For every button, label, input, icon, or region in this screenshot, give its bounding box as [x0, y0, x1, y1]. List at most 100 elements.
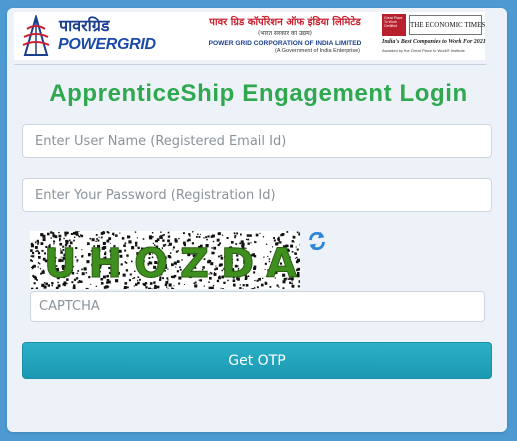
- captcha-noise-dot: [203, 237, 205, 239]
- captcha-noise-dot: [31, 265, 35, 268]
- captcha-noise-dot: [240, 233, 242, 236]
- captcha-noise-dot: [259, 232, 261, 234]
- award-subtitle: Awarded by the Great Place to Work® Inst…: [382, 48, 465, 53]
- captcha-noise-dot: [217, 232, 220, 235]
- header-banner: पावरग्रिड POWERGRID पावर ग्रिड कॉर्पोरेश…: [14, 12, 486, 60]
- captcha-noise-dot: [121, 237, 125, 240]
- captcha-noise-dot: [108, 237, 112, 241]
- captcha-noise-dot: [172, 288, 175, 289]
- captcha-noise-dot: [64, 234, 67, 237]
- captcha-noise-dot: [58, 231, 60, 234]
- captcha-input[interactable]: [30, 291, 485, 322]
- captcha-noise-dot: [30, 244, 34, 248]
- captcha-noise-dot: [38, 256, 41, 259]
- captcha-noise-dot: [188, 233, 191, 236]
- captcha-noise-dot: [153, 287, 157, 289]
- captcha-noise-dot: [160, 231, 162, 233]
- captcha-noise-dot: [192, 231, 194, 233]
- captcha-noise-dot: [100, 236, 103, 239]
- captcha-noise-dot: [78, 235, 81, 238]
- captcha-noise-dot: [107, 232, 110, 234]
- captcha-noise-dot: [199, 233, 201, 235]
- captcha-noise-dot: [292, 235, 296, 239]
- powergrid-emblem-icon: [22, 15, 50, 56]
- captcha-noise-dot: [163, 234, 165, 236]
- captcha-noise-dot: [36, 279, 38, 281]
- captcha-noise-graphic: UHOZDA: [30, 231, 300, 289]
- captcha-noise-dot: [282, 287, 285, 289]
- username-input[interactable]: [22, 124, 492, 158]
- captcha-noise-dot: [40, 242, 44, 245]
- captcha-noise-dot: [37, 250, 40, 253]
- captcha-noise-dot: [80, 234, 84, 238]
- captcha-noise-dot: [183, 232, 185, 235]
- banner-divider: [14, 64, 486, 65]
- captcha-noise-dot: [33, 276, 35, 279]
- captcha-image: UHOZDA: [30, 231, 300, 289]
- captcha-noise-dot: [113, 234, 115, 236]
- captcha-noise-dot: [31, 287, 34, 289]
- great-place-to-work-badge: Great Place To Work Certified: [382, 14, 406, 36]
- corporation-name-english: POWER GRID CORPORATION OF INDIA LIMITED: [208, 40, 362, 47]
- captcha-noise-dot: [75, 232, 79, 236]
- captcha-noise-dot: [134, 231, 137, 233]
- captcha-noise-dot: [89, 237, 92, 240]
- captcha-noise-dot: [41, 285, 44, 287]
- corporation-subtitle-hindi: (भारत सरकार का उद्यम): [258, 30, 312, 37]
- captcha-noise-dot: [220, 287, 222, 289]
- captcha-noise-dot: [210, 235, 214, 238]
- captcha-noise-dot: [54, 235, 58, 239]
- captcha-noise-dot: [96, 238, 98, 240]
- captcha-noise-dot: [211, 286, 214, 289]
- captcha-noise-dot: [167, 231, 170, 234]
- captcha-noise-dot: [246, 234, 250, 237]
- captcha-noise-dot: [198, 236, 201, 238]
- get-otp-button[interactable]: Get OTP: [22, 342, 492, 379]
- captcha-noise-dot: [64, 231, 68, 235]
- captcha-noise-dot: [239, 287, 242, 289]
- captcha-noise-dot: [30, 255, 33, 257]
- captcha-noise-dot: [128, 235, 131, 238]
- captcha-noise-dot: [37, 252, 41, 255]
- captcha-noise-dot: [47, 232, 50, 236]
- captcha-noise-dot: [249, 234, 252, 237]
- economic-times-logo: THE ECONOMIC TIMES: [409, 15, 485, 35]
- captcha-noise-dot: [234, 234, 237, 237]
- captcha-text: UHOZDA: [44, 241, 300, 287]
- captcha-noise-dot: [226, 237, 229, 239]
- captcha-noise-dot: [63, 237, 65, 240]
- captcha-noise-dot: [151, 288, 153, 289]
- captcha-noise-dot: [31, 251, 35, 255]
- powergrid-logo: पावरग्रिड POWERGRID: [14, 12, 174, 60]
- captcha-noise-dot: [142, 238, 145, 240]
- captcha-noise-dot: [119, 232, 121, 234]
- captcha-noise-dot: [98, 236, 100, 238]
- captcha-noise-dot: [37, 266, 39, 268]
- captcha-noise-dot: [136, 237, 138, 239]
- captcha-noise-dot: [72, 231, 76, 235]
- captcha-noise-dot: [32, 274, 35, 277]
- captcha-noise-dot: [197, 233, 199, 236]
- captcha-noise-dot: [30, 249, 33, 252]
- captcha-noise-dot: [246, 238, 248, 241]
- captcha-noise-dot: [298, 232, 300, 236]
- captcha-noise-dot: [55, 286, 59, 289]
- captcha-noise-dot: [233, 232, 236, 235]
- captcha-noise-dot: [252, 288, 254, 289]
- captcha-noise-dot: [115, 234, 118, 237]
- captcha-noise-dot: [31, 260, 33, 262]
- captcha-noise-dot: [207, 235, 210, 238]
- captcha-noise-dot: [50, 231, 53, 234]
- captcha-noise-dot: [205, 236, 208, 239]
- logo-hindi-text: पावरग्रिड: [59, 16, 110, 35]
- captcha-noise-dot: [242, 288, 244, 289]
- captcha-noise-dot: [296, 231, 299, 234]
- refresh-captcha-button[interactable]: [306, 230, 328, 252]
- password-input[interactable]: [22, 178, 492, 212]
- award-title: India's Best Companies to Work For 2021: [382, 39, 486, 45]
- captcha-noise-dot: [255, 233, 259, 237]
- page-title: ApprenticeShip Engagement Login: [49, 80, 468, 107]
- captcha-noise-dot: [33, 282, 36, 285]
- captcha-noise-dot: [196, 236, 198, 238]
- captcha-noise-dot: [32, 255, 35, 258]
